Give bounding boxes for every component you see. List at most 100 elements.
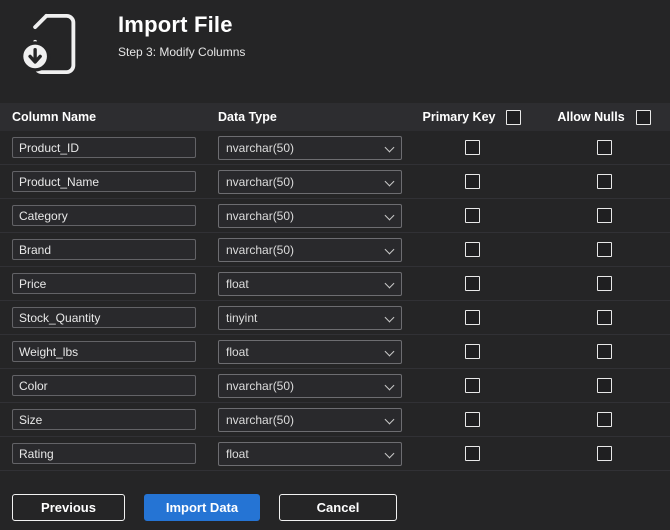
primary-key-checkbox[interactable] [464, 310, 480, 325]
data-type-select-wrap: nvarchar(50) [218, 203, 402, 228]
primary-key-checkbox[interactable] [464, 412, 480, 427]
col-header-column-name: Column Name [12, 110, 97, 124]
data-type-select[interactable]: float [218, 441, 402, 466]
allow-nulls-cell [538, 446, 670, 461]
column-name-input[interactable] [12, 375, 196, 396]
column-name-cell [0, 375, 206, 396]
data-type-cell: float [206, 271, 406, 296]
allow-nulls-select-all-checkbox[interactable] [635, 109, 651, 125]
allow-nulls-checkbox[interactable] [596, 242, 612, 257]
wizard-header: Import File Step 3: Modify Columns [0, 0, 670, 90]
allow-nulls-checkbox[interactable] [596, 378, 612, 393]
column-name-input[interactable] [12, 443, 196, 464]
data-type-cell: nvarchar(50) [206, 203, 406, 228]
step-subtitle: Step 3: Modify Columns [118, 45, 246, 59]
data-type-cell: float [206, 441, 406, 466]
allow-nulls-cell [538, 310, 670, 325]
data-type-select-wrap: nvarchar(50) [218, 237, 402, 262]
column-name-input[interactable] [12, 205, 196, 226]
primary-key-checkbox[interactable] [464, 276, 480, 291]
data-type-select-wrap: nvarchar(50) [218, 373, 402, 398]
cancel-button[interactable]: Cancel [279, 494, 397, 521]
column-name-input[interactable] [12, 273, 196, 294]
import-file-wizard: Import File Step 3: Modify Columns Colum… [0, 0, 670, 530]
allow-nulls-cell [538, 378, 670, 393]
data-type-select[interactable]: nvarchar(50) [218, 373, 402, 398]
data-type-select-wrap: nvarchar(50) [218, 407, 402, 432]
allow-nulls-cell [538, 344, 670, 359]
data-type-select-wrap: tinyint [218, 305, 402, 330]
primary-key-checkbox[interactable] [464, 378, 480, 393]
col-header-allow-nulls: Allow Nulls [538, 109, 670, 125]
data-type-cell: nvarchar(50) [206, 407, 406, 432]
data-type-select[interactable]: nvarchar(50) [218, 407, 402, 432]
data-type-cell: nvarchar(50) [206, 237, 406, 262]
column-name-cell [0, 409, 206, 430]
primary-key-cell [406, 412, 538, 427]
allow-nulls-checkbox[interactable] [596, 344, 612, 359]
data-type-select[interactable]: float [218, 339, 402, 364]
allow-nulls-header-label: Allow Nulls [557, 110, 625, 124]
data-type-select-wrap: float [218, 339, 402, 364]
table-row: nvarchar(50) [0, 131, 670, 165]
table-row: nvarchar(50) [0, 199, 670, 233]
column-name-input[interactable] [12, 137, 196, 158]
primary-key-cell [406, 174, 538, 189]
column-name-cell [0, 273, 206, 294]
allow-nulls-checkbox[interactable] [596, 310, 612, 325]
column-name-input[interactable] [12, 307, 196, 328]
allow-nulls-checkbox[interactable] [596, 276, 612, 291]
previous-button[interactable]: Previous [12, 494, 125, 521]
allow-nulls-cell [538, 412, 670, 427]
primary-key-checkbox[interactable] [464, 242, 480, 257]
data-type-select[interactable]: nvarchar(50) [218, 169, 402, 194]
allow-nulls-checkbox[interactable] [596, 208, 612, 223]
allow-nulls-checkbox[interactable] [596, 412, 612, 427]
data-type-select[interactable]: nvarchar(50) [218, 135, 402, 160]
primary-key-checkbox[interactable] [464, 140, 480, 155]
column-name-cell [0, 341, 206, 362]
column-name-cell [0, 307, 206, 328]
table-body: nvarchar(50) nvarchar(50) [0, 131, 670, 471]
table-row: nvarchar(50) [0, 369, 670, 403]
allow-nulls-cell [538, 174, 670, 189]
column-name-input[interactable] [12, 171, 196, 192]
primary-key-cell [406, 276, 538, 291]
allow-nulls-checkbox[interactable] [596, 174, 612, 189]
primary-key-checkbox[interactable] [464, 446, 480, 461]
primary-key-cell [406, 446, 538, 461]
data-type-select[interactable]: tinyint [218, 305, 402, 330]
table-row: float [0, 335, 670, 369]
primary-key-checkbox[interactable] [464, 208, 480, 223]
data-type-cell: nvarchar(50) [206, 169, 406, 194]
allow-nulls-cell [538, 140, 670, 155]
allow-nulls-cell [538, 242, 670, 257]
table-row: float [0, 267, 670, 301]
primary-key-checkbox[interactable] [464, 344, 480, 359]
primary-key-cell [406, 310, 538, 325]
column-name-input[interactable] [12, 341, 196, 362]
data-type-cell: tinyint [206, 305, 406, 330]
allow-nulls-checkbox[interactable] [596, 140, 612, 155]
data-type-cell: nvarchar(50) [206, 135, 406, 160]
data-type-select[interactable]: nvarchar(50) [218, 203, 402, 228]
primary-key-cell [406, 242, 538, 257]
primary-key-checkbox[interactable] [464, 174, 480, 189]
import-data-button[interactable]: Import Data [144, 494, 260, 521]
primary-key-cell [406, 208, 538, 223]
data-type-cell: nvarchar(50) [206, 373, 406, 398]
column-name-input[interactable] [12, 409, 196, 430]
page-title: Import File [118, 12, 233, 37]
data-type-select[interactable]: nvarchar(50) [218, 237, 402, 262]
data-type-select[interactable]: float [218, 271, 402, 296]
column-name-cell [0, 137, 206, 158]
data-type-select-wrap: nvarchar(50) [218, 169, 402, 194]
primary-key-select-all-checkbox[interactable] [506, 109, 522, 125]
data-type-select-wrap: nvarchar(50) [218, 135, 402, 160]
table-row: nvarchar(50) [0, 233, 670, 267]
table-row: float [0, 437, 670, 471]
primary-key-cell [406, 378, 538, 393]
primary-key-cell [406, 344, 538, 359]
column-name-input[interactable] [12, 239, 196, 260]
allow-nulls-checkbox[interactable] [596, 446, 612, 461]
